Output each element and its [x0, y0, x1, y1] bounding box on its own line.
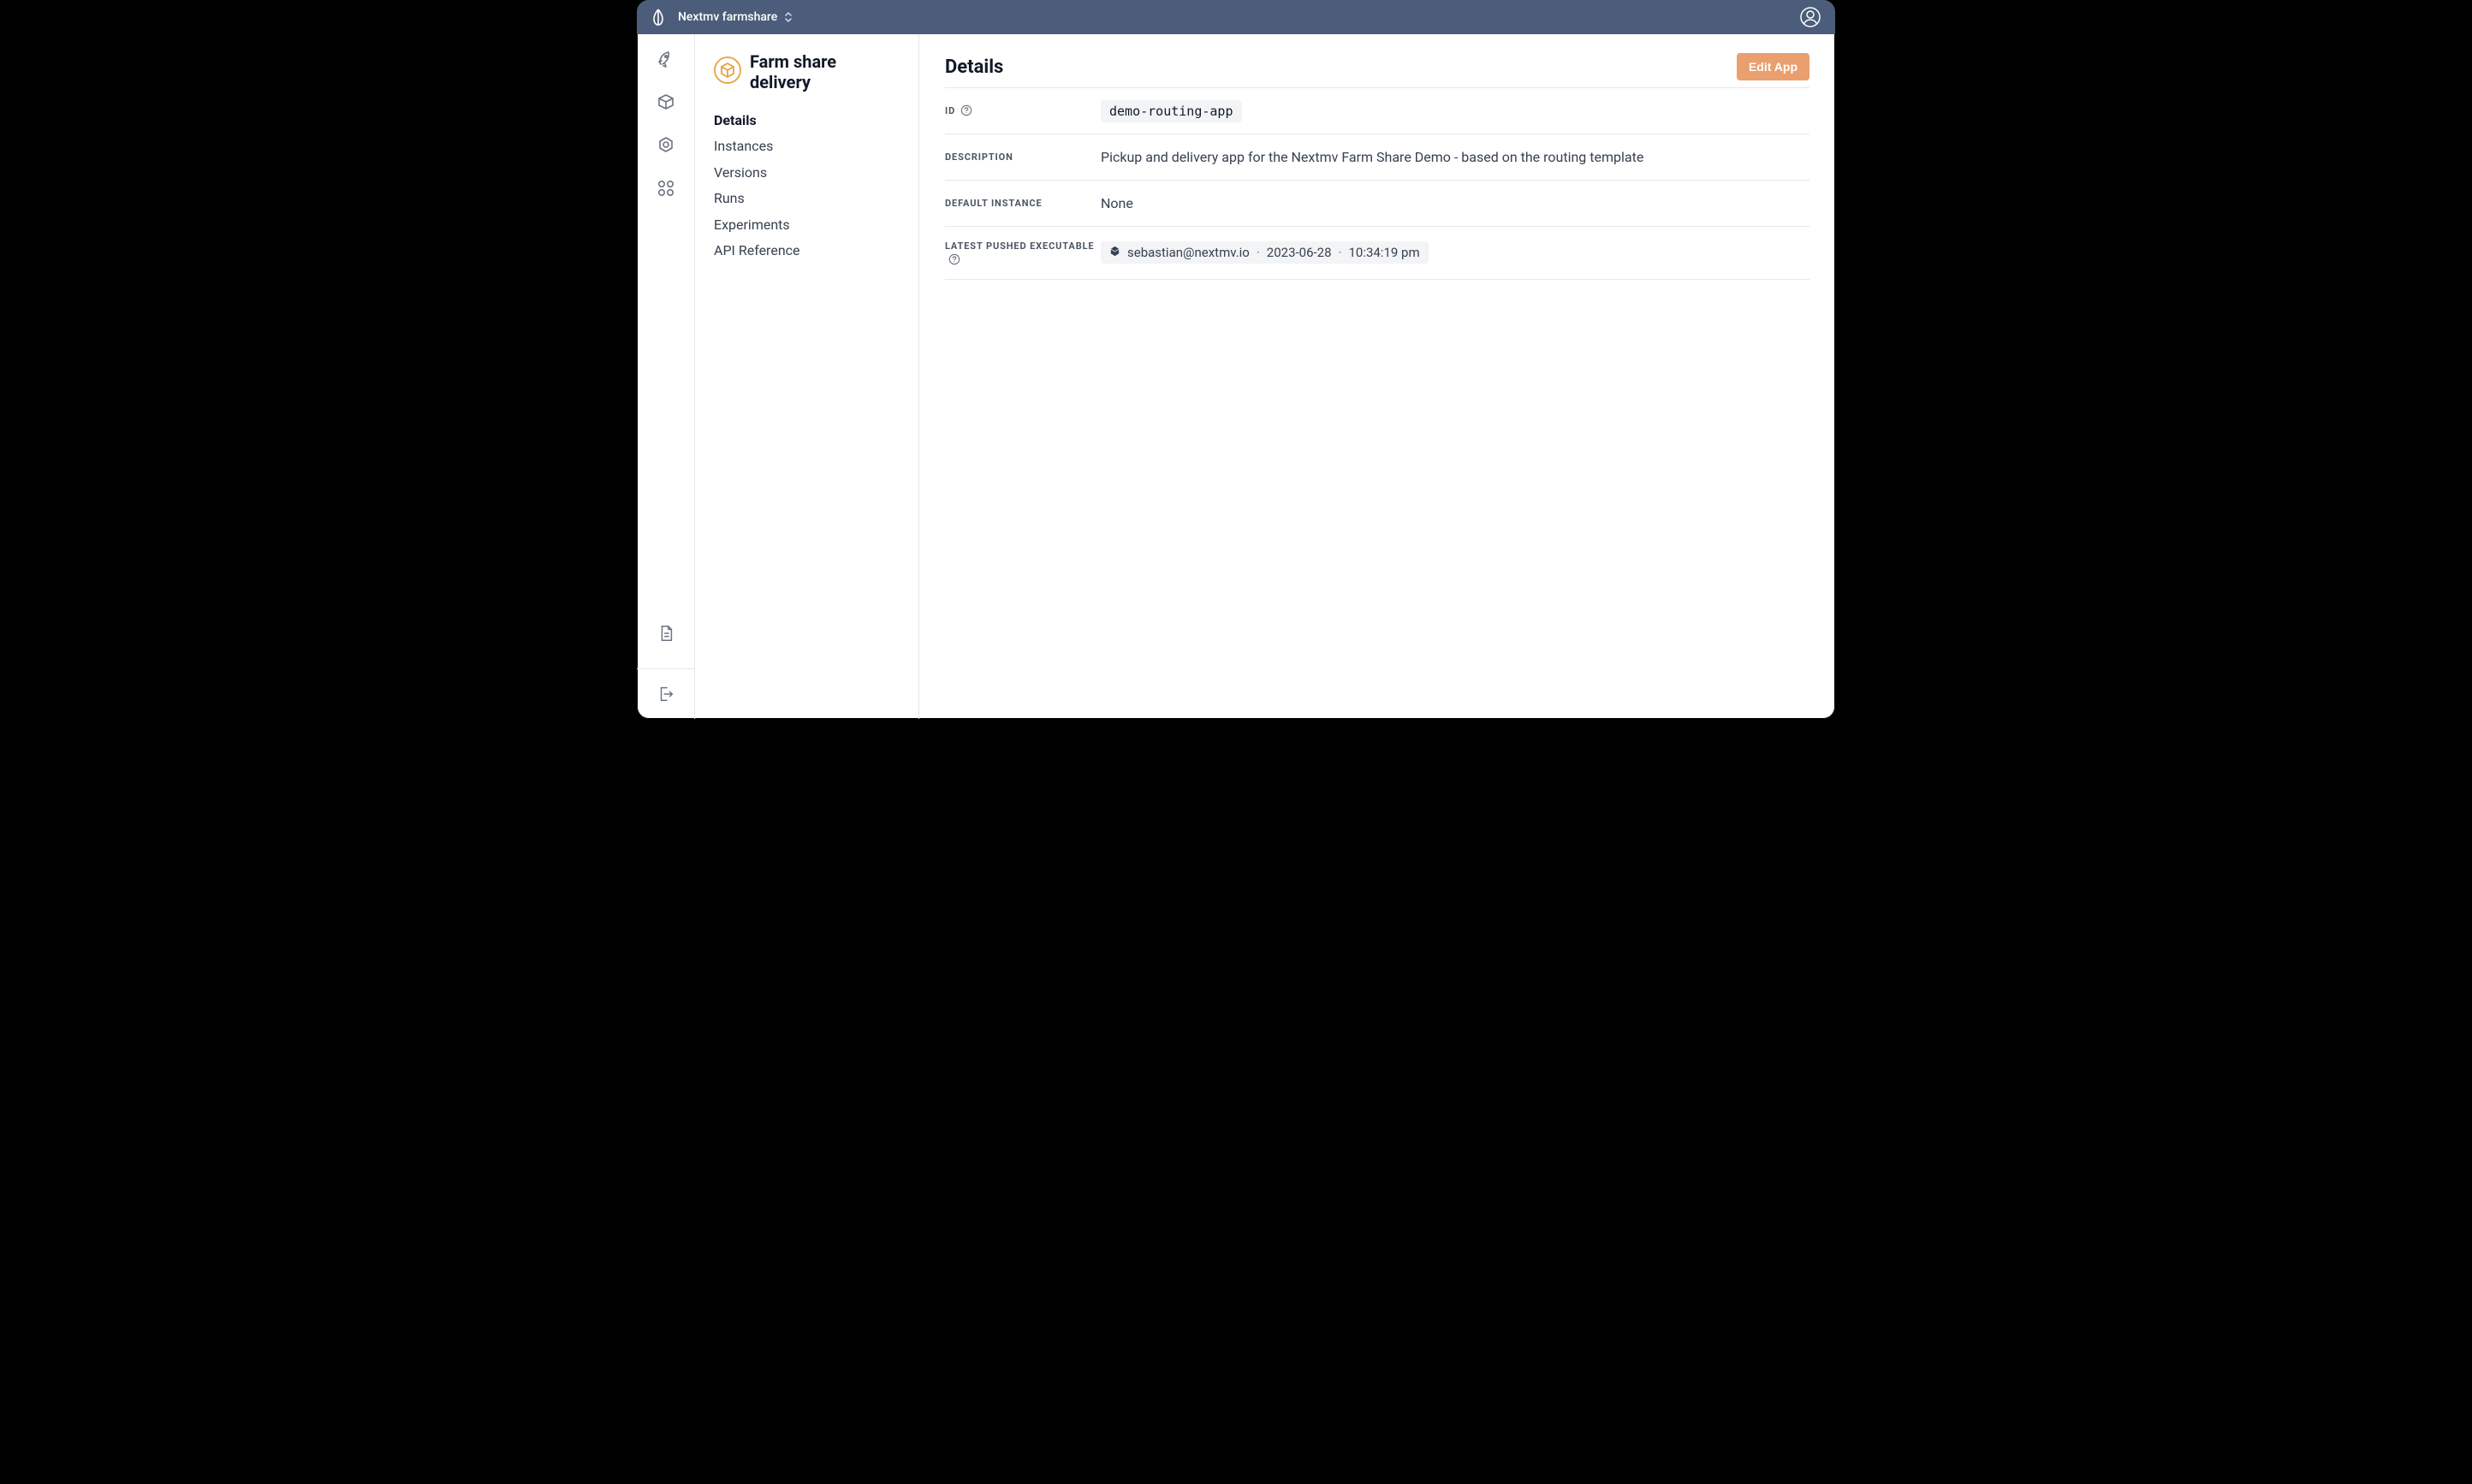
- sidenav-details[interactable]: Details: [714, 111, 900, 130]
- user-menu[interactable]: [1799, 6, 1821, 28]
- sidenav-api-reference[interactable]: API Reference: [714, 241, 900, 260]
- value-latest-exec: sebastian@nextmv.io · 2023-06-28 · 10:34…: [1101, 241, 1429, 264]
- rail-quickstart-icon[interactable]: [656, 50, 676, 70]
- value-default-instance: None: [1101, 195, 1133, 211]
- exec-date: 2023-06-28: [1267, 245, 1332, 260]
- sidebar: Farm share delivery Details Instances Ve…: [695, 34, 919, 719]
- org-name-label: Nextmv farmshare: [678, 10, 777, 24]
- main-content: Details Edit App ID demo-routing-app: [919, 34, 1835, 719]
- exec-time: 10:34:19 pm: [1348, 245, 1419, 260]
- help-icon[interactable]: [960, 104, 972, 116]
- rail-settings-icon[interactable]: [656, 135, 676, 156]
- label-default-instance: Default Instance: [945, 197, 1043, 210]
- chevron-up-down-icon: [784, 11, 793, 23]
- value-description: Pickup and delivery app for the Nextmv F…: [1101, 149, 1643, 165]
- app-title: Farm share delivery: [750, 51, 900, 92]
- app-box-icon: [714, 56, 741, 87]
- rail-logout-icon[interactable]: [657, 685, 675, 703]
- row-latest-exec: Latest Pushed Executable: [945, 226, 1809, 280]
- row-default-instance: Default Instance None: [945, 180, 1809, 226]
- label-description: Description: [945, 151, 1013, 163]
- sidenav-runs[interactable]: Runs: [714, 189, 900, 208]
- sidenav-instances[interactable]: Instances: [714, 137, 900, 156]
- edit-app-button[interactable]: Edit App: [1737, 53, 1809, 80]
- rail-marketplace-icon[interactable]: [656, 178, 676, 199]
- cube-small-icon: [1109, 245, 1120, 260]
- org-switcher[interactable]: Nextmv farmshare: [678, 10, 793, 24]
- side-nav: Details Instances Versions Runs Experime…: [714, 111, 900, 260]
- topbar: Nextmv farmshare: [637, 0, 1835, 34]
- sidenav-experiments[interactable]: Experiments: [714, 216, 900, 234]
- row-description: Description Pickup and delivery app for …: [945, 134, 1809, 180]
- page-title: Details: [945, 56, 1003, 78]
- rail-docs-icon[interactable]: [657, 624, 675, 643]
- label-id: ID: [945, 104, 955, 117]
- value-id: demo-routing-app: [1101, 100, 1242, 122]
- nextmv-logo-icon: [651, 8, 666, 27]
- rail-apps-icon[interactable]: [656, 92, 676, 113]
- row-id: ID demo-routing-app: [945, 87, 1809, 134]
- app-header: Farm share delivery: [714, 51, 900, 92]
- exec-user: sebastian@nextmv.io: [1127, 245, 1250, 260]
- label-latest-exec: Latest Pushed Executable: [945, 240, 1095, 252]
- help-icon[interactable]: [948, 253, 960, 265]
- sidenav-versions[interactable]: Versions: [714, 163, 900, 182]
- nav-rail: [637, 34, 695, 719]
